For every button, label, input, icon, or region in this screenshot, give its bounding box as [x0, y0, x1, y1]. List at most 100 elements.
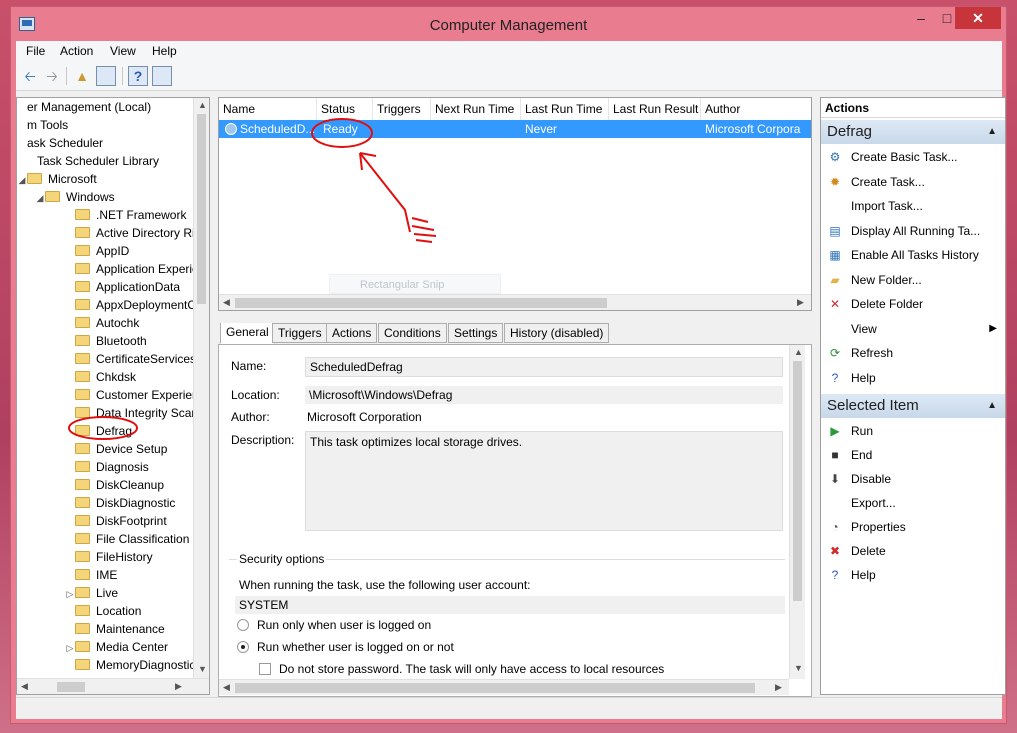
- expand-toggle-icon[interactable]: ▷: [65, 639, 75, 657]
- table-row[interactable]: ScheduledD... Ready Never Microsoft Corp…: [219, 120, 811, 138]
- tree-item[interactable]: ▷ Live: [65, 584, 118, 602]
- tree-item[interactable]: AppID: [65, 242, 129, 260]
- column-author[interactable]: Author: [701, 98, 811, 120]
- collapse-icon[interactable]: ▲: [987, 120, 997, 144]
- column-name[interactable]: Name: [219, 98, 317, 120]
- tree-item[interactable]: Customer Experienc: [65, 386, 205, 404]
- checkbox-no-password[interactable]: Do not store password. The task will onl…: [259, 662, 664, 676]
- action-item[interactable]: ✕ Delete Folder: [821, 293, 1005, 315]
- show-hide-action-pane-icon[interactable]: [152, 66, 172, 86]
- action-item[interactable]: ▤ Display All Running Ta...: [821, 220, 1005, 242]
- back-icon[interactable]: 🡠: [20, 66, 40, 86]
- tree-item[interactable]: ◢ Windows: [35, 188, 115, 206]
- tree-horizontal-scrollbar[interactable]: ◀ ▶: [17, 678, 209, 694]
- scroll-left-icon[interactable]: ◀: [223, 682, 230, 693]
- actions-section-selected-item[interactable]: Selected Item ▲: [821, 394, 1005, 418]
- column-triggers[interactable]: Triggers: [373, 98, 431, 120]
- menu-view[interactable]: View: [110, 44, 136, 58]
- action-item[interactable]: View ▶: [821, 318, 1005, 340]
- tasklist-horizontal-scrollbar[interactable]: ◀ ▶: [219, 294, 811, 310]
- tree-item[interactable]: Application Experie: [65, 260, 199, 278]
- tab-conditions[interactable]: Conditions: [378, 323, 447, 343]
- tree-scroll-thumb[interactable]: [197, 114, 206, 304]
- name-field[interactable]: ScheduledDefrag: [305, 357, 783, 377]
- tree-item[interactable]: FileHistory: [65, 548, 153, 566]
- action-item[interactable]: ⬇ Disable: [821, 468, 1005, 490]
- expand-toggle-icon[interactable]: ◢: [35, 189, 45, 207]
- tree-item[interactable]: Chkdsk: [65, 368, 136, 386]
- column-next-run-time[interactable]: Next Run Time: [431, 98, 521, 120]
- tree-item[interactable]: Device Setup: [65, 440, 167, 458]
- action-item[interactable]: ✖ Delete: [821, 540, 1005, 562]
- tree-item[interactable]: Active Directory Rig: [65, 224, 201, 242]
- tree-item[interactable]: Defrag: [65, 422, 132, 440]
- column-last-run-result[interactable]: Last Run Result: [609, 98, 701, 120]
- action-item[interactable]: Export...: [821, 492, 1005, 514]
- expand-toggle-icon[interactable]: ◢: [17, 171, 27, 189]
- scroll-up-icon[interactable]: ▲: [198, 100, 207, 110]
- scroll-up-icon[interactable]: ▲: [794, 347, 803, 357]
- tab-triggers[interactable]: Triggers: [272, 323, 328, 343]
- tree-item[interactable]: ask Scheduler: [17, 134, 103, 152]
- action-item[interactable]: ⚙ Create Basic Task...: [821, 146, 1005, 168]
- detail-horizontal-scrollbar[interactable]: ◀ ▶: [219, 679, 789, 695]
- tree-item[interactable]: DiskFootprint: [65, 512, 167, 530]
- action-item[interactable]: ▦ Enable All Tasks History: [821, 244, 1005, 266]
- tab-general[interactable]: General: [220, 323, 275, 344]
- column-status[interactable]: Status: [317, 98, 373, 120]
- show-hide-tree-icon[interactable]: [96, 66, 116, 86]
- expand-toggle-icon[interactable]: ▷: [65, 585, 75, 603]
- tree-item[interactable]: File Classification In: [65, 530, 203, 548]
- detail-hscroll-thumb[interactable]: [235, 683, 755, 693]
- tree-item[interactable]: Data Integrity Scan: [65, 404, 198, 422]
- collapse-icon[interactable]: ▲: [987, 394, 997, 418]
- radio-logged-on-icon[interactable]: [237, 619, 249, 631]
- column-last-run-time[interactable]: Last Run Time: [521, 98, 609, 120]
- action-item[interactable]: ▰ New Folder...: [821, 269, 1005, 291]
- scroll-down-icon[interactable]: ▼: [794, 663, 803, 673]
- detail-scroll-thumb[interactable]: [793, 361, 802, 601]
- action-item[interactable]: ⟳ Refresh: [821, 342, 1005, 364]
- scroll-left-icon[interactable]: ◀: [21, 681, 28, 692]
- forward-icon[interactable]: 🡢: [42, 66, 62, 86]
- tree-item[interactable]: DiskDiagnostic: [65, 494, 175, 512]
- action-item[interactable]: ? Help: [821, 367, 1005, 389]
- tree-item[interactable]: Bluetooth: [65, 332, 147, 350]
- tree-item[interactable]: CertificateServicesC: [65, 350, 205, 368]
- scroll-right-icon[interactable]: ▶: [175, 681, 182, 692]
- menu-action[interactable]: Action: [60, 44, 93, 58]
- tab-actions[interactable]: Actions: [326, 323, 378, 343]
- menu-file[interactable]: File: [26, 44, 45, 58]
- radio-whether-icon[interactable]: [237, 641, 249, 653]
- tree-item[interactable]: m Tools: [17, 116, 68, 134]
- tab-settings[interactable]: Settings: [448, 323, 504, 343]
- action-item[interactable]: ◔ Properties: [821, 516, 1005, 538]
- checkbox-icon[interactable]: [259, 663, 271, 675]
- tree-item[interactable]: Task Scheduler Library: [27, 152, 159, 170]
- actions-section-defrag[interactable]: Defrag ▲: [821, 120, 1005, 144]
- action-item[interactable]: ▶ Run: [821, 420, 1005, 442]
- tree-item[interactable]: ▷ Media Center: [65, 638, 169, 657]
- tree-item[interactable]: ApplicationData: [65, 278, 180, 296]
- tree-item[interactable]: AppxDeploymentC: [65, 296, 196, 314]
- up-folder-icon[interactable]: ▲: [72, 66, 92, 86]
- action-item[interactable]: ■ End: [821, 444, 1005, 466]
- tree-item[interactable]: MemoryDiagnostic: [65, 656, 195, 674]
- radio-run-whether[interactable]: Run whether user is logged on or not: [237, 640, 454, 654]
- tree-item[interactable]: Maintenance: [65, 620, 165, 638]
- tree-item[interactable]: er Management (Local): [17, 98, 151, 116]
- tree-item[interactable]: ◢ Microsoft: [17, 170, 97, 188]
- title-bar[interactable]: Computer Management – □ ✕: [11, 7, 1006, 41]
- action-item[interactable]: Import Task...: [821, 195, 1005, 217]
- action-item[interactable]: ? Help: [821, 564, 1005, 586]
- tree-item[interactable]: Autochk: [65, 314, 139, 332]
- tree-item[interactable]: IME: [65, 566, 117, 584]
- tree-item[interactable]: DiskCleanup: [65, 476, 164, 494]
- tree-item[interactable]: Diagnosis: [65, 458, 149, 476]
- help-icon[interactable]: ?: [128, 66, 148, 86]
- tree-item[interactable]: Location: [65, 602, 141, 620]
- menu-help[interactable]: Help: [152, 44, 177, 58]
- close-button[interactable]: ✕: [955, 7, 1001, 29]
- scroll-down-icon[interactable]: ▼: [198, 664, 207, 674]
- scroll-right-icon[interactable]: ▶: [775, 682, 782, 693]
